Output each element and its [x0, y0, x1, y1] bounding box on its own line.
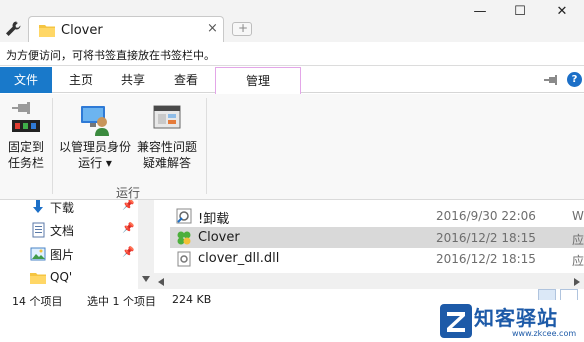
browser-tab[interactable]: Clover ×	[28, 16, 224, 44]
nav-label: 文档	[50, 224, 75, 238]
nav-item-downloads[interactable]: 下载 📌	[30, 200, 150, 217]
help-icon[interactable]: ?	[567, 72, 582, 87]
title-bar: Clover × + — ☐ ✕	[0, 0, 584, 44]
scroll-down-icon[interactable]	[142, 276, 150, 282]
clover-icon	[177, 231, 191, 245]
pin-icon[interactable]: 📌	[122, 247, 134, 258]
new-tab-button[interactable]: +	[232, 21, 252, 36]
zkcee-logo-icon	[440, 304, 472, 338]
selected-size: 224 KB	[172, 293, 212, 306]
nav-label: 下载	[50, 201, 75, 215]
ribbon-panel: 固定到 任务栏 以管理员身份 运行 ▾ 兼容性问题 疑难解答	[0, 94, 584, 200]
file-name: Clover	[198, 230, 240, 245]
wrench-icon[interactable]	[4, 20, 22, 38]
tab-share[interactable]: 共享	[108, 67, 158, 93]
ribbon-separator	[52, 98, 53, 194]
minimize-button[interactable]: —	[470, 4, 490, 22]
selected-count: 选中 1 个项目	[87, 295, 156, 308]
documents-icon	[32, 222, 45, 238]
maximize-button[interactable]: ☐	[510, 4, 530, 22]
run-as-admin-icon	[81, 106, 109, 136]
folder-icon	[30, 273, 46, 284]
bookmark-hint: 为方便访问，可将书签直接放在书签栏中。	[6, 49, 215, 62]
ribbon-separator	[206, 98, 207, 194]
file-date: 2016/12/2 18:15	[436, 231, 536, 245]
nav-scrollbar[interactable]	[138, 200, 154, 289]
compatibility-icon	[153, 105, 181, 129]
tab-manage[interactable]: 管理	[215, 67, 301, 94]
pin-taskbar-line2: 任务栏	[7, 156, 44, 170]
nav-item-qq[interactable]: QQ'	[30, 268, 150, 288]
compat-line2: 疑难解答	[142, 156, 191, 170]
run-as-admin-button[interactable]: 以管理员身份 运行 ▾	[56, 102, 134, 171]
compat-troubleshoot-button[interactable]: 兼容性问题 疑难解答	[134, 102, 200, 171]
run-as-admin-line2: 运行 ▾	[78, 156, 112, 170]
file-type: W	[572, 209, 584, 223]
download-icon	[33, 200, 43, 213]
watermark: 知客驿站 www.zkcee.com	[438, 300, 584, 342]
tab-view[interactable]: 查看	[160, 67, 212, 93]
nav-item-documents[interactable]: 文档 📌	[30, 220, 150, 240]
tab-close-icon[interactable]: ×	[207, 21, 218, 36]
pin-taskbar-line1: 固定到	[7, 140, 44, 154]
file-type: 应	[572, 233, 584, 247]
tab-file[interactable]: 文件	[0, 67, 52, 93]
compat-line1: 兼容性问题	[136, 140, 197, 154]
watermark-url: www.zkcee.com	[512, 329, 577, 338]
bookmark-bar: 为方便访问，可将书签直接放在书签栏中。	[0, 42, 584, 66]
file-type: 应	[572, 254, 584, 268]
scroll-left-icon[interactable]	[158, 278, 164, 286]
folder-icon	[39, 25, 55, 37]
file-date: 2016/9/30 22:06	[436, 209, 536, 223]
tab-home[interactable]: 主页	[56, 67, 106, 93]
nav-label: 图片	[50, 248, 75, 262]
horizontal-scrollbar[interactable]	[154, 273, 584, 289]
file-row[interactable]: !卸载 2016/9/30 22:06 W	[170, 205, 584, 227]
file-name: clover_dll.dll	[198, 251, 280, 266]
dll-file-icon	[177, 251, 191, 267]
file-date: 2016/12/2 18:15	[436, 252, 536, 266]
scroll-right-icon[interactable]	[574, 278, 580, 286]
nav-label: QQ'	[50, 270, 73, 284]
pin-icon[interactable]: 📌	[122, 200, 134, 211]
file-row-selected[interactable]: Clover 2016/12/2 18:15 应	[170, 227, 584, 248]
pin-icon[interactable]: 📌	[122, 223, 134, 234]
tab-title: Clover	[61, 23, 103, 38]
close-button[interactable]: ✕	[552, 4, 572, 22]
pin-taskbar-icon	[12, 102, 40, 132]
file-name: !卸载	[198, 212, 230, 227]
item-count: 14 个项目	[12, 295, 63, 308]
file-row[interactable]: clover_dll.dll 2016/12/2 18:15 应	[170, 248, 584, 269]
navigation-pane: 下载 📌 文档 📌 图片 📌 QQ'	[0, 200, 154, 289]
pin-to-taskbar-button[interactable]: 固定到 任务栏	[4, 102, 48, 171]
group-label-run: 运行	[116, 186, 141, 200]
shortcut-icon	[176, 208, 192, 224]
ribbon-tabs: 文件 主页 共享 查看 管理 ?	[0, 67, 584, 94]
nav-item-pictures[interactable]: 图片 📌	[30, 244, 150, 264]
pin-ribbon-icon[interactable]	[544, 73, 560, 87]
pictures-icon	[30, 247, 46, 261]
plus-icon: +	[238, 21, 249, 35]
run-as-admin-line1: 以管理员身份	[58, 140, 131, 154]
watermark-brand: 知客驿站	[474, 306, 558, 330]
